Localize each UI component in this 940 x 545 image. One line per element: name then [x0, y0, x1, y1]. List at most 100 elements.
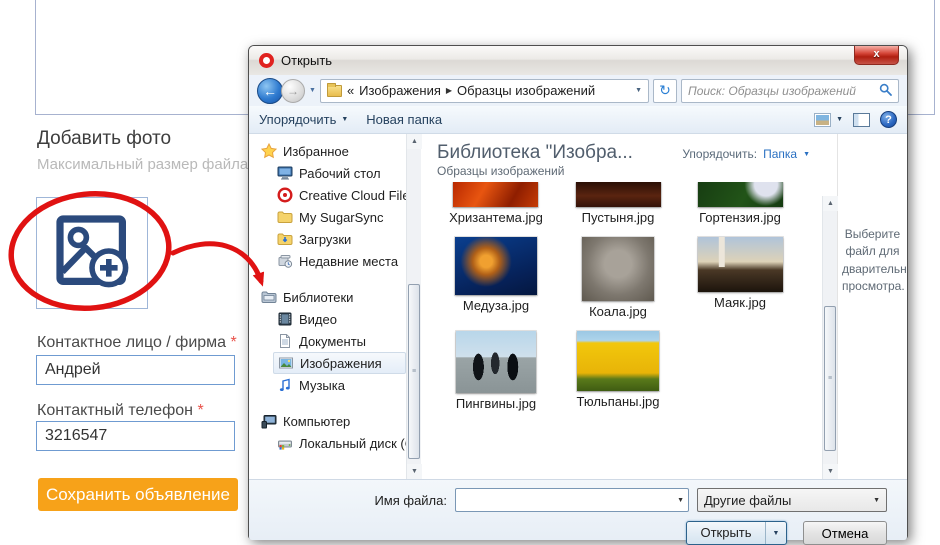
search-input[interactable] — [688, 84, 879, 98]
preview-pane-button[interactable] — [853, 113, 870, 127]
forward-arrow-icon: → — [287, 84, 299, 98]
sidebar-item-video[interactable]: Видео — [273, 308, 406, 330]
file-item[interactable]: Медуза.jpg — [455, 237, 537, 319]
back-arrow-icon: ← — [263, 83, 277, 99]
file-thumbnail — [455, 237, 537, 295]
contact-phone-label: Контактный телефон * — [37, 402, 204, 420]
arrange-by-value[interactable]: Папка — [763, 147, 797, 161]
filename-label: Имя файла: — [374, 493, 447, 508]
filename-input[interactable] — [462, 493, 677, 508]
open-file-dialog: Открыть x ← → ▼ « Изображения ▶ Образцы … — [248, 45, 908, 539]
chevron-down-icon: ▼ — [341, 116, 348, 123]
back-button[interactable]: ← — [257, 78, 283, 104]
file-item[interactable]: Пустыня.jpg — [576, 182, 661, 225]
cancel-button[interactable]: Отмена — [803, 521, 887, 545]
scroll-up-icon: ▲ — [827, 200, 834, 207]
chevron-down-icon[interactable]: ▼ — [803, 151, 810, 158]
scroll-up-icon: ▲ — [411, 138, 418, 145]
opera-logo-icon — [259, 53, 274, 68]
sidebar-item-downloads[interactable]: Загрузки — [273, 228, 406, 250]
pictures-icon — [278, 355, 294, 371]
sidebar-item-music[interactable]: Музыка — [273, 374, 406, 396]
contact-phone-input[interactable] — [36, 421, 235, 451]
photo-upload-dropzone[interactable] — [36, 197, 148, 309]
filename-combo[interactable]: ▼ — [455, 488, 689, 512]
sidebar-item-creative-cloud[interactable]: Creative Cloud Files — [273, 184, 406, 206]
sidebar-item-sugarsync[interactable]: My SugarSync — [273, 206, 406, 228]
documents-icon — [277, 333, 293, 349]
refresh-button[interactable]: ↻ — [653, 79, 677, 103]
scroll-up-button[interactable]: ▲ — [407, 134, 422, 149]
file-grid: Хризантема.jpg Пустыня.jpg Гортензия.jpg — [421, 182, 822, 479]
refresh-icon: ↻ — [659, 82, 671, 98]
downloads-icon — [277, 231, 293, 247]
change-view-button[interactable]: ▼ — [814, 113, 843, 127]
save-listing-button[interactable]: Сохранить объявление — [38, 478, 238, 511]
file-item[interactable]: Маяк.jpg — [698, 237, 783, 319]
required-asterisk: * — [197, 402, 203, 419]
breadcrumb-dropdown-icon[interactable]: ▼ — [635, 87, 642, 94]
file-thumbnail — [582, 237, 654, 301]
sidebar-scrollbar[interactable]: ▲ ≡ ▼ — [406, 134, 421, 479]
file-item[interactable]: Пингвины.jpg — [456, 331, 536, 411]
required-asterisk: * — [231, 334, 237, 351]
navigation-pane: Избранное Рабочий стол Creative Cloud Fi… — [249, 134, 406, 479]
max-file-size-note: Максимальный размер файла: 1 — [37, 156, 265, 173]
breadcrumb-parent[interactable]: Изображения — [359, 83, 441, 98]
library-subtitle: Образцы изображений — [437, 164, 633, 178]
sidebar-item-pictures[interactable]: Изображения — [273, 352, 406, 374]
disk-icon — [277, 435, 293, 451]
chevron-down-icon[interactable]: ▼ — [677, 497, 684, 504]
breadcrumb-current[interactable]: Образцы изображений — [457, 83, 595, 98]
music-icon — [277, 377, 293, 393]
scroll-down-icon: ▼ — [827, 468, 834, 475]
file-list-area: Библиотека "Изобра... Образцы изображени… — [421, 134, 822, 479]
sidebar-item-local-disk[interactable]: Локальный диск (C — [273, 432, 406, 454]
file-item[interactable]: Гортензия.jpg — [698, 182, 783, 225]
sidebar-item-recent-places[interactable]: Недавние места — [273, 250, 406, 272]
sidebar-group-libraries[interactable]: Библиотеки — [257, 286, 406, 308]
sidebar-item-desktop[interactable]: Рабочий стол — [273, 162, 406, 184]
file-item[interactable]: Тюльпаны.jpg — [577, 331, 660, 411]
file-item[interactable]: Коала.jpg — [582, 237, 654, 319]
open-button[interactable]: Открыть ▼ — [686, 521, 787, 545]
scrollbar-thumb[interactable]: ≡ — [408, 284, 420, 459]
search-icon — [879, 83, 892, 99]
contact-name-input[interactable] — [36, 355, 235, 385]
sidebar-group-favorites[interactable]: Избранное — [257, 140, 406, 162]
folder-icon — [277, 209, 293, 225]
search-box[interactable] — [681, 79, 899, 103]
help-icon: ? — [885, 114, 892, 126]
breadcrumb[interactable]: « Изображения ▶ Образцы изображений ▼ — [320, 79, 649, 103]
address-bar: ← → ▼ « Изображения ▶ Образцы изображени… — [249, 75, 907, 106]
star-icon — [261, 143, 277, 159]
sidebar-group-computer[interactable]: Компьютер — [257, 410, 406, 432]
scroll-down-icon: ▼ — [411, 468, 418, 475]
chevron-down-icon: ▼ — [873, 497, 880, 504]
scroll-up-button[interactable]: ▲ — [823, 196, 838, 211]
scrollbar-thumb[interactable]: ≡ — [824, 306, 836, 451]
libraries-icon — [261, 289, 277, 305]
breadcrumb-prefix: « — [347, 83, 354, 98]
recent-pages-dropdown[interactable]: ▼ — [309, 87, 316, 94]
file-thumbnail — [698, 182, 783, 207]
file-thumbnail — [576, 182, 661, 207]
scroll-down-button[interactable]: ▼ — [407, 464, 422, 479]
dialog-toolbar: Упорядочить ▼ Новая папка ▼ ? — [249, 106, 907, 134]
file-list-scrollbar[interactable]: ▲ ≡ ▼ — [822, 196, 837, 479]
help-button[interactable]: ? — [880, 111, 897, 128]
file-thumbnail — [698, 237, 783, 292]
sidebar-item-documents[interactable]: Документы — [273, 330, 406, 352]
new-folder-button[interactable]: Новая папка — [366, 112, 442, 127]
scroll-down-button[interactable]: ▼ — [823, 464, 838, 479]
file-thumbnail — [577, 331, 659, 391]
breadcrumb-separator-icon: ▶ — [446, 86, 452, 95]
filetype-select[interactable]: Другие файлы ▼ — [697, 488, 887, 512]
dialog-titlebar[interactable]: Открыть x — [249, 46, 907, 75]
forward-button[interactable]: → — [281, 79, 305, 103]
close-button[interactable]: x — [854, 46, 899, 65]
file-item[interactable]: Хризантема.jpg — [449, 182, 543, 225]
file-thumbnail — [456, 331, 536, 393]
organize-menu-button[interactable]: Упорядочить ▼ — [259, 112, 348, 127]
open-dropdown-button[interactable]: ▼ — [765, 522, 786, 544]
